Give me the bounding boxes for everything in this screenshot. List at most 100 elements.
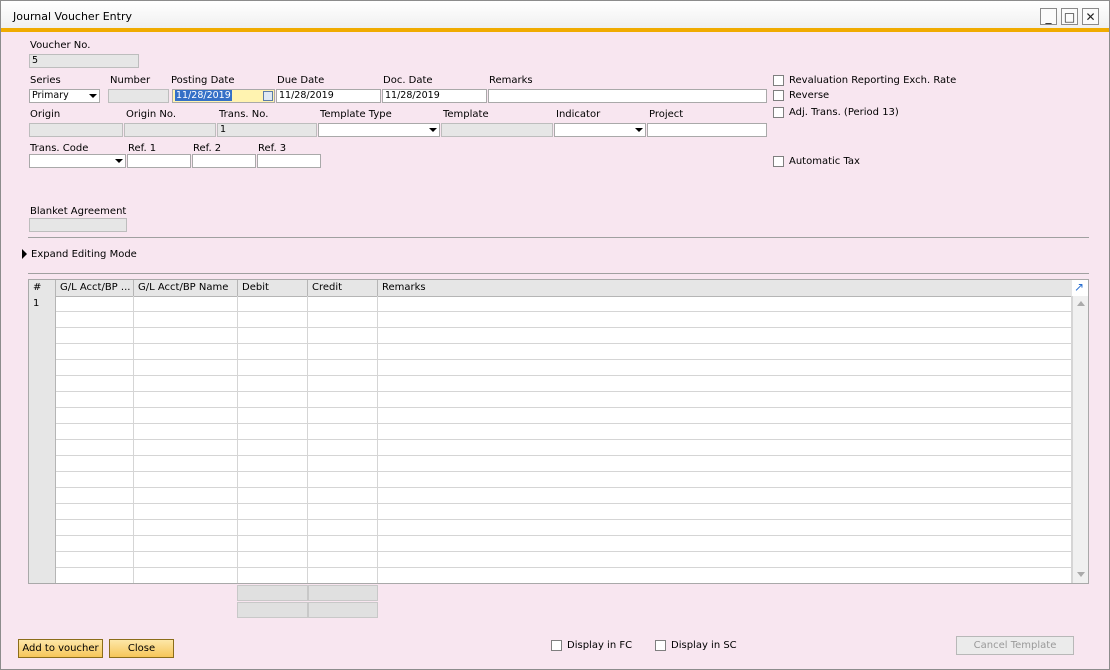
row-number-cell[interactable]	[29, 376, 56, 392]
display-sc-checkbox[interactable]	[655, 640, 666, 651]
grid-cell[interactable]	[134, 328, 238, 344]
row-number-cell[interactable]	[29, 504, 56, 520]
table-row[interactable]	[29, 552, 1072, 568]
grid-cell[interactable]	[56, 296, 134, 312]
origin-field[interactable]	[29, 123, 123, 137]
expand-grid-icon[interactable]: ↗	[1074, 281, 1086, 293]
table-row[interactable]	[29, 440, 1072, 456]
col-header-gl-acct-name[interactable]: G/L Acct/BP Name	[134, 280, 238, 296]
expand-triangle-icon[interactable]	[22, 249, 27, 259]
grid-cell[interactable]	[378, 520, 1072, 536]
grid-cell[interactable]	[308, 312, 378, 328]
scroll-up-icon[interactable]	[1077, 301, 1085, 306]
ref3-field[interactable]	[257, 154, 321, 168]
grid-cell[interactable]	[378, 568, 1072, 583]
grid-cell[interactable]	[56, 568, 134, 583]
grid-cell[interactable]	[308, 376, 378, 392]
grid-cell[interactable]	[378, 312, 1072, 328]
table-row[interactable]	[29, 504, 1072, 520]
voucher-no-field[interactable]: 5	[29, 54, 139, 68]
grid-cell[interactable]	[378, 392, 1072, 408]
grid-cell[interactable]	[308, 568, 378, 583]
grid-cell[interactable]	[308, 360, 378, 376]
vertical-scrollbar[interactable]	[1072, 296, 1088, 583]
adj-trans-checkbox[interactable]	[773, 107, 784, 118]
row-number-cell[interactable]	[29, 392, 56, 408]
table-row[interactable]	[29, 424, 1072, 440]
indicator-select[interactable]	[554, 123, 646, 137]
due-date-field[interactable]: 11/28/2019	[276, 89, 381, 103]
grid-cell[interactable]	[238, 424, 308, 440]
table-row[interactable]	[29, 360, 1072, 376]
doc-date-field[interactable]: 11/28/2019	[382, 89, 487, 103]
grid-cell[interactable]	[308, 440, 378, 456]
grid-cell[interactable]	[238, 296, 308, 312]
grid-cell[interactable]	[134, 376, 238, 392]
grid-cell[interactable]	[378, 488, 1072, 504]
grid-cell[interactable]	[238, 328, 308, 344]
grid-cell[interactable]	[238, 360, 308, 376]
close-window-button[interactable]: ✕	[1082, 8, 1099, 25]
grid-cell[interactable]	[56, 392, 134, 408]
grid-cell[interactable]	[238, 440, 308, 456]
number-field[interactable]	[108, 89, 169, 103]
row-number-cell[interactable]	[29, 440, 56, 456]
table-row[interactable]	[29, 568, 1072, 583]
table-row[interactable]	[29, 376, 1072, 392]
grid-cell[interactable]	[56, 344, 134, 360]
grid-cell[interactable]	[134, 392, 238, 408]
table-row[interactable]	[29, 328, 1072, 344]
grid-cell[interactable]	[308, 488, 378, 504]
ref1-field[interactable]	[127, 154, 191, 168]
row-number-cell[interactable]	[29, 568, 56, 583]
grid-cell[interactable]	[238, 472, 308, 488]
blanket-agreement-field[interactable]	[29, 218, 127, 232]
grid-cell[interactable]	[378, 472, 1072, 488]
grid-cell[interactable]	[56, 440, 134, 456]
grid-cell[interactable]	[378, 456, 1072, 472]
automatic-tax-checkbox[interactable]	[773, 156, 784, 167]
row-number-cell[interactable]	[29, 360, 56, 376]
grid-cell[interactable]	[134, 440, 238, 456]
calendar-icon[interactable]	[263, 91, 273, 101]
col-header-credit[interactable]: Credit	[308, 280, 378, 296]
ref2-field[interactable]	[192, 154, 256, 168]
scroll-down-icon[interactable]	[1077, 572, 1085, 577]
grid-cell[interactable]	[134, 424, 238, 440]
grid-cell[interactable]	[134, 504, 238, 520]
grid-cell[interactable]	[238, 552, 308, 568]
row-number-cell[interactable]	[29, 456, 56, 472]
grid-cell[interactable]	[378, 440, 1072, 456]
grid-cell[interactable]	[56, 552, 134, 568]
row-number-cell[interactable]	[29, 328, 56, 344]
grid-cell[interactable]	[378, 424, 1072, 440]
table-row[interactable]	[29, 488, 1072, 504]
grid-cell[interactable]	[134, 472, 238, 488]
grid-cell[interactable]	[378, 296, 1072, 312]
col-header-gl-acct-code[interactable]: G/L Acct/BP ...	[56, 280, 134, 296]
posting-date-field[interactable]: 11/28/2019	[172, 89, 275, 103]
grid-cell[interactable]	[134, 568, 238, 583]
row-number-cell[interactable]	[29, 408, 56, 424]
table-row[interactable]	[29, 456, 1072, 472]
grid-cell[interactable]	[378, 360, 1072, 376]
grid-cell[interactable]	[56, 408, 134, 424]
grid-cell[interactable]	[134, 344, 238, 360]
grid-cell[interactable]	[134, 408, 238, 424]
origin-no-field[interactable]	[124, 123, 216, 137]
grid-cell[interactable]	[378, 376, 1072, 392]
table-row[interactable]	[29, 344, 1072, 360]
series-select[interactable]: Primary	[29, 89, 100, 103]
grid-cell[interactable]	[134, 312, 238, 328]
grid-cell[interactable]	[238, 520, 308, 536]
grid-cell[interactable]	[308, 456, 378, 472]
grid-cell[interactable]	[134, 520, 238, 536]
grid-cell[interactable]	[238, 408, 308, 424]
grid-cell[interactable]	[308, 296, 378, 312]
close-button[interactable]: Close	[109, 639, 174, 658]
grid-cell[interactable]	[378, 504, 1072, 520]
add-to-voucher-button[interactable]: Add to voucher	[18, 639, 103, 658]
grid-cell[interactable]	[56, 504, 134, 520]
grid-cell[interactable]	[308, 344, 378, 360]
template-field[interactable]	[441, 123, 553, 137]
